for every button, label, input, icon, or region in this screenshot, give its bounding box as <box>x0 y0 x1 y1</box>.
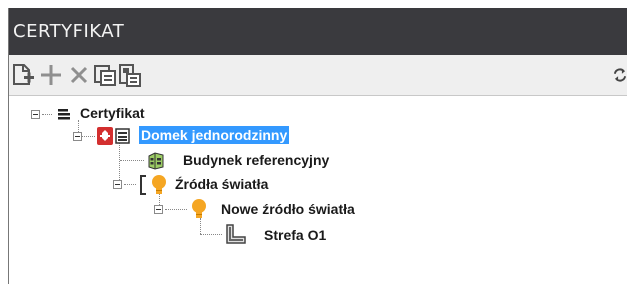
tree-node-strefa-o1[interactable]: Strefa O1 <box>264 226 326 244</box>
copy-icon <box>94 65 116 86</box>
toolbar <box>9 55 627 96</box>
zone-icon <box>226 224 246 244</box>
collapse-toggle[interactable] <box>73 132 82 141</box>
poland-emblem-icon <box>97 127 130 145</box>
tree-connector <box>200 234 222 235</box>
lightbulb-icon <box>152 175 166 194</box>
tree-view: Certyfikat Domek jednorodzinny Budynek r… <box>9 96 627 284</box>
paste-icon <box>119 64 141 87</box>
tree-connector <box>165 209 187 210</box>
window-title: CERTYFIKAT <box>13 21 125 42</box>
lightbulb-icon <box>192 199 206 218</box>
bracket-icon <box>140 175 146 195</box>
refresh-icon <box>613 68 627 82</box>
collapse-toggle[interactable] <box>31 110 40 119</box>
collapse-toggle[interactable] <box>154 205 163 214</box>
delete-icon <box>70 66 88 84</box>
tree-node-zrodla-swiatla[interactable]: Źródła światła <box>175 175 268 193</box>
tree-connector <box>120 160 144 161</box>
building-icon <box>148 152 164 170</box>
add-button[interactable] <box>38 61 64 89</box>
list-icon <box>58 109 70 120</box>
tree-connector <box>200 218 201 234</box>
tree-node-nowe-zrodlo-swiatla[interactable]: Nowe źródło światła <box>221 200 355 218</box>
tree-node-budynek-referencyjny[interactable]: Budynek referencyjny <box>183 151 329 169</box>
add-icon <box>41 65 61 85</box>
tree-connector <box>42 114 52 115</box>
new-document-icon <box>13 64 34 85</box>
tree-connector <box>81 136 95 137</box>
refresh-button[interactable] <box>613 61 627 89</box>
tree-connector <box>119 142 120 184</box>
paste-button[interactable] <box>117 61 143 89</box>
new-document-button[interactable] <box>9 61 35 89</box>
collapse-toggle[interactable] <box>113 180 122 189</box>
copy-button[interactable] <box>92 61 118 89</box>
tree-connector <box>124 184 136 185</box>
tree-node-certyfikat[interactable]: Certyfikat <box>80 104 145 122</box>
title-bar: CERTYFIKAT <box>9 8 627 55</box>
delete-button[interactable] <box>66 61 92 89</box>
tree-node-domek-jednorodzinny[interactable]: Domek jednorodzinny <box>139 126 290 144</box>
